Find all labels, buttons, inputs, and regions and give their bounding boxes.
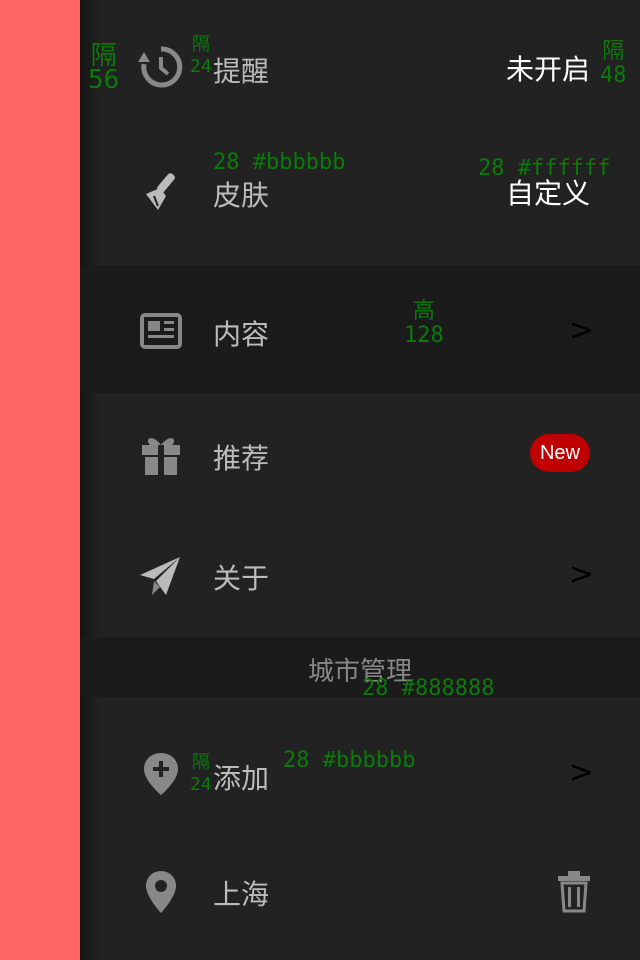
city-section-title: 城市管理: [307, 657, 412, 687]
annotation-skin-label-spec: 28 #bbbbbb: [213, 150, 346, 175]
add-city-label: 添加: [213, 762, 270, 795]
annotation-spacing-24-bottom: 隔 24: [190, 752, 212, 795]
skin-label: 皮肤: [213, 179, 270, 212]
recommend-row[interactable]: 推荐 New: [80, 393, 640, 515]
annotation-skin-value-spec: 28 #ffffff: [478, 156, 611, 181]
annotation-row-height: 高 128: [404, 299, 444, 348]
annotation-add-label-spec: 28 #bbbbbb: [283, 748, 416, 773]
new-badge: New: [530, 434, 590, 472]
reminder-row[interactable]: 提醒 未开启: [80, 0, 640, 128]
about-label: 关于: [213, 562, 270, 595]
newspaper-icon: [138, 307, 184, 353]
paper-plane-icon: [138, 553, 184, 599]
reminder-value: 未开启: [505, 53, 590, 86]
trash-icon[interactable]: [554, 869, 594, 915]
add-location-icon: [138, 751, 184, 797]
annotation-spacing-24-top: 隔 24: [190, 34, 212, 77]
location-pin-icon: [138, 869, 184, 915]
city-row-shanghai[interactable]: 上海: [80, 837, 640, 960]
content-label: 内容: [213, 318, 270, 351]
content-row[interactable]: 内容 >: [80, 265, 640, 393]
gift-icon: [138, 431, 184, 477]
history-clock-icon: [138, 44, 184, 90]
recommend-label: 推荐: [213, 442, 270, 475]
annotation-spacing-56: 隔 56: [88, 41, 120, 95]
city-section-header: 城市管理: [80, 637, 640, 697]
annotation-section-spec: 28 #888888: [362, 676, 495, 701]
paint-brush-icon: [138, 168, 184, 214]
add-city-chevron-icon: >: [568, 755, 594, 790]
about-row[interactable]: 关于 >: [80, 515, 640, 637]
about-chevron-icon: >: [568, 557, 594, 592]
annotation-spacing-48: 隔 48: [600, 39, 627, 88]
city-label-shanghai: 上海: [213, 878, 270, 911]
accent-strip: [0, 0, 80, 960]
skin-row[interactable]: 皮肤 自定义: [80, 128, 640, 265]
content-chevron-icon: >: [568, 313, 594, 348]
settings-drawer: 提醒 未开启 皮肤 自定义 内容 > 推荐 New 关于 > 城市管理 添加 >…: [80, 0, 640, 960]
reminder-label: 提醒: [213, 55, 270, 88]
